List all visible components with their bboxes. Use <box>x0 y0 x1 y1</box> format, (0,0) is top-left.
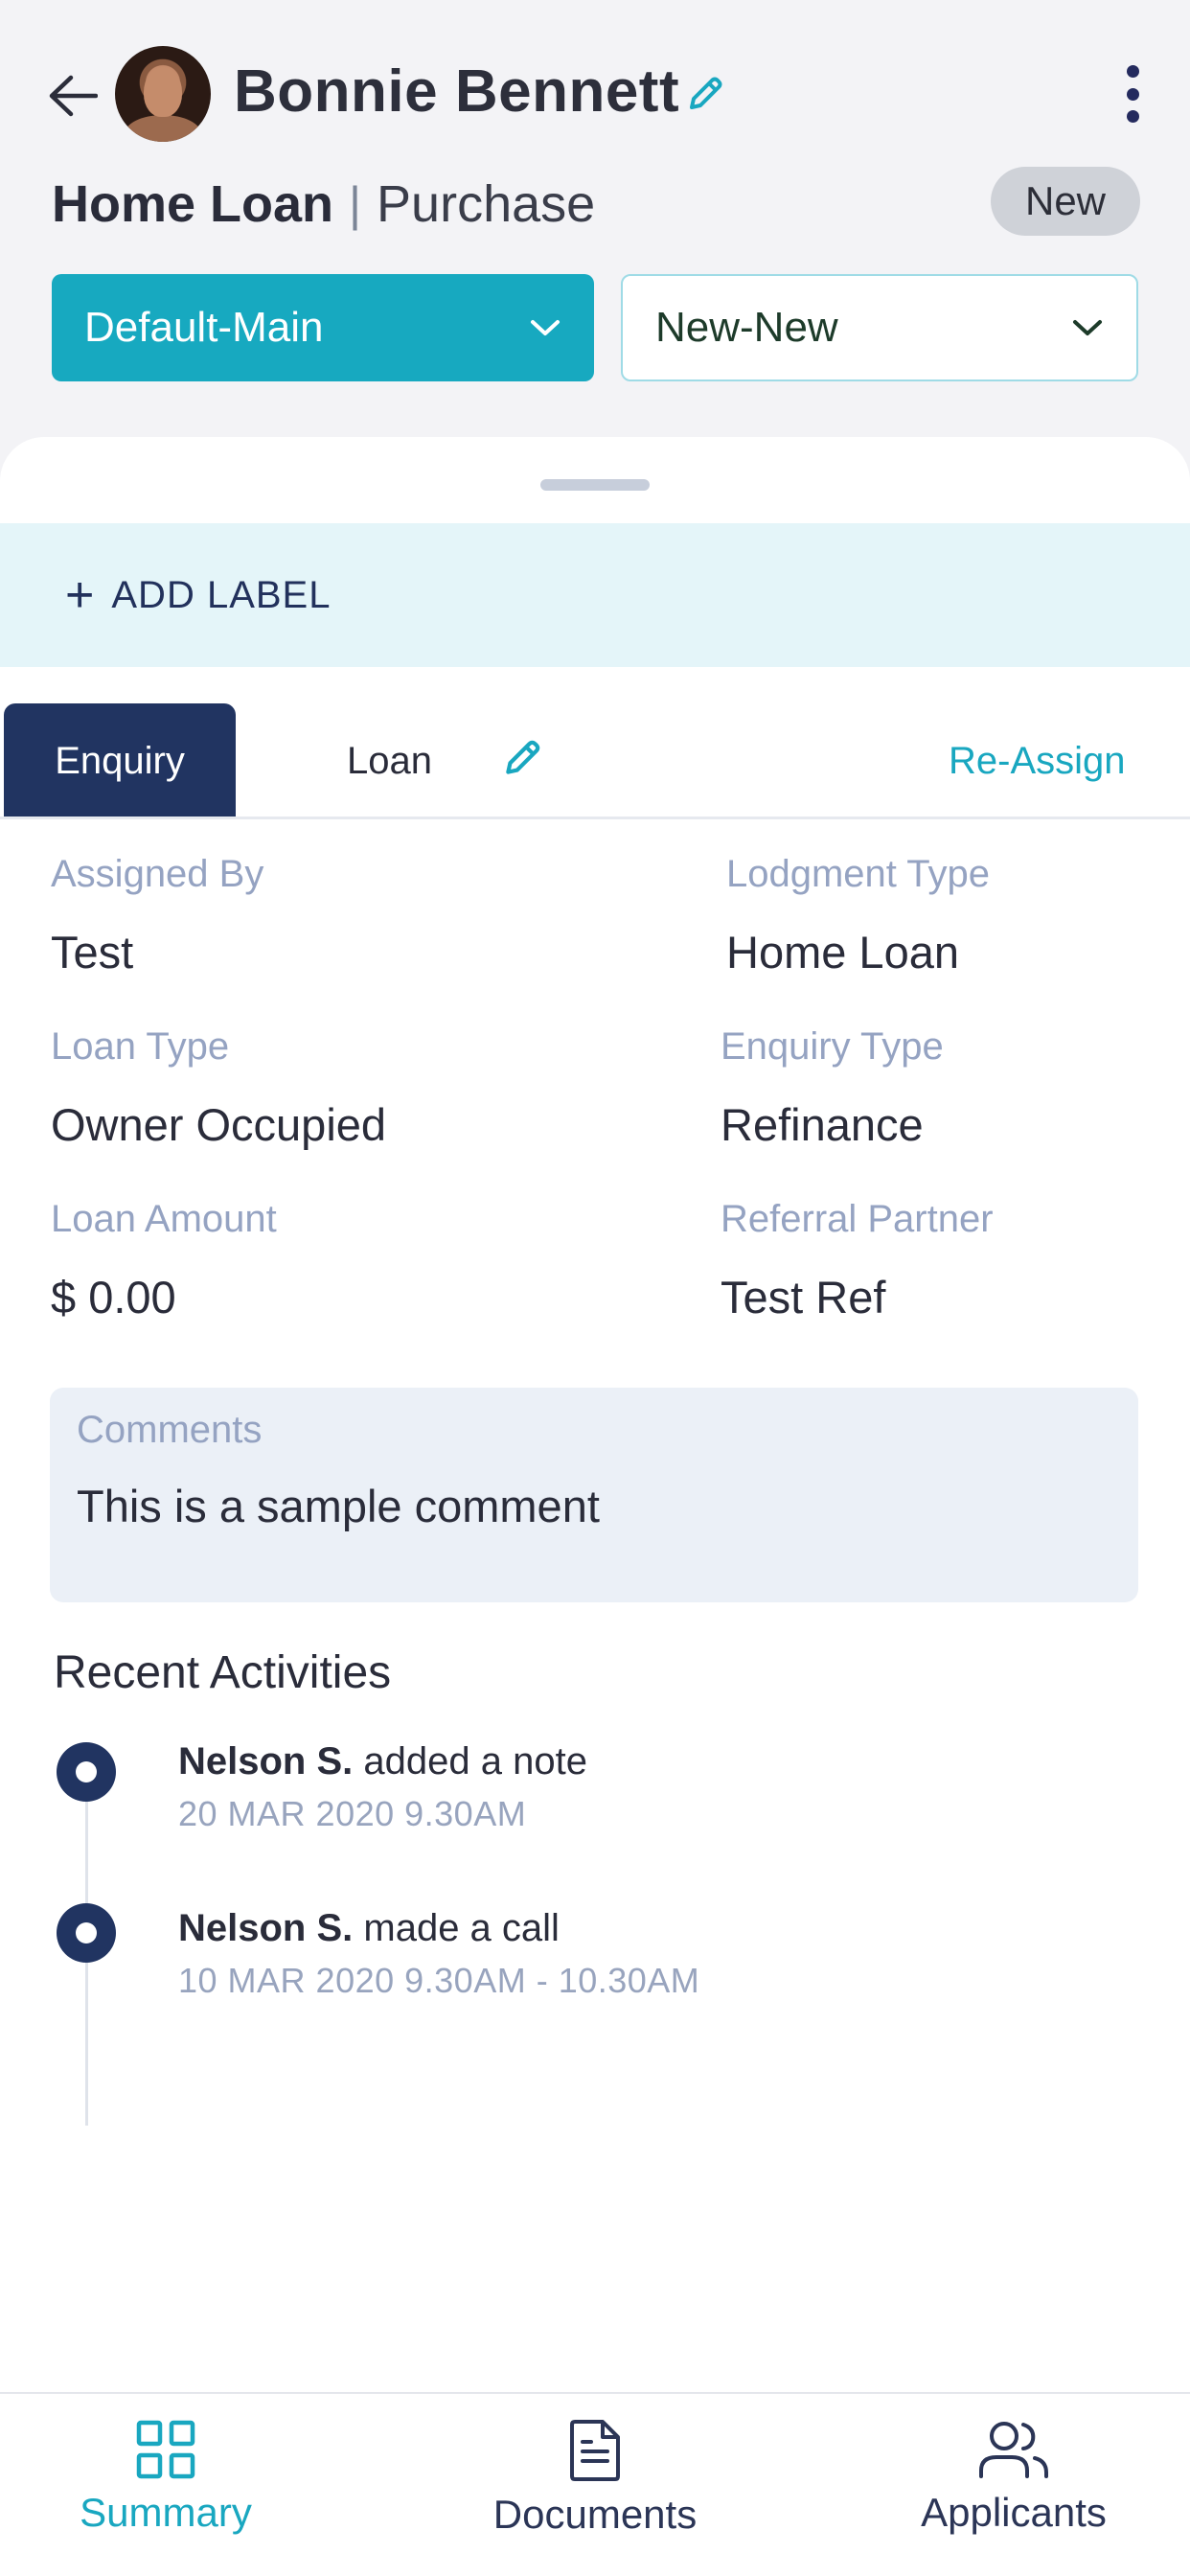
nav-documents-label: Documents <box>492 2492 698 2537</box>
avatar[interactable] <box>115 46 211 142</box>
loan-summary-line: Home Loan | Purchase <box>52 174 595 234</box>
assigned-by-label: Assigned By <box>51 853 264 895</box>
loan-type-value: Owner Occupied <box>51 1099 387 1150</box>
activity-timestamp: 10 MAR 2020 9.30AM - 10.30AM <box>178 1961 700 2000</box>
lodgment-type-label: Lodgment Type <box>726 853 991 895</box>
plus-icon: + <box>65 567 95 623</box>
activity-action: added a note <box>353 1740 587 1782</box>
nav-applicants[interactable]: Applicants <box>889 2419 1138 2536</box>
users-icon <box>979 2422 1048 2478</box>
loan-amount-label: Loan Amount <box>51 1198 277 1240</box>
enquiry-type-label: Enquiry Type <box>721 1025 944 1068</box>
referral-partner-label: Referral Partner <box>721 1198 994 1240</box>
activity-item[interactable]: Nelson S. added a note <box>178 1740 587 1783</box>
activity-action: made a call <box>353 1907 560 1949</box>
grid-icon <box>136 2420 195 2479</box>
document-icon <box>570 2420 620 2481</box>
back-arrow-icon <box>49 75 98 117</box>
loan-type-title: Home Loan <box>52 175 334 233</box>
edit-loan-button[interactable] <box>500 736 548 784</box>
loan-type-label: Loan Type <box>51 1025 230 1068</box>
status-badge: New <box>991 167 1140 236</box>
edit-name-button[interactable] <box>684 73 726 115</box>
back-button[interactable] <box>38 61 107 130</box>
timeline-dot <box>57 1903 116 1963</box>
loan-purpose: Purchase <box>377 175 596 233</box>
more-options-icon[interactable] <box>1111 59 1154 128</box>
loan-amount-value: $ 0.00 <box>51 1272 176 1322</box>
tab-divider <box>0 816 1190 819</box>
chevron-down-icon <box>1073 320 1102 335</box>
sheet-drag-handle[interactable] <box>540 479 650 491</box>
primary-dropdown[interactable]: Default-Main <box>52 274 594 381</box>
add-label-text: ADD LABEL <box>111 573 332 616</box>
primary-dropdown-value: Default-Main <box>84 304 324 351</box>
activity-timestamp: 20 MAR 2020 9.30AM <box>178 1794 527 1833</box>
tab-enquiry[interactable]: Enquiry <box>4 703 236 818</box>
pencil-icon <box>690 77 722 109</box>
add-label-button[interactable]: + ADD LABEL <box>0 523 1190 667</box>
comments-box: Comments This is a sample comment <box>50 1388 1138 1602</box>
lodgment-type-value: Home Loan <box>726 927 959 978</box>
secondary-dropdown[interactable]: New-New <box>621 274 1138 381</box>
comments-label: Comments <box>77 1409 263 1451</box>
timeline-dot <box>57 1742 116 1802</box>
contact-name: Bonnie Bennett <box>234 58 680 125</box>
nav-summary[interactable]: Summary <box>65 2419 266 2536</box>
enquiry-type-value: Refinance <box>721 1099 924 1150</box>
secondary-dropdown-value: New-New <box>655 304 838 351</box>
reassign-link[interactable]: Re-Assign <box>949 740 1126 783</box>
nav-documents[interactable]: Documents <box>466 2419 724 2538</box>
recent-activities-title: Recent Activities <box>54 1647 392 1698</box>
nav-summary-label: Summary <box>80 2490 252 2535</box>
assigned-by-value: Test <box>51 927 134 978</box>
pencil-icon <box>506 740 540 774</box>
nav-applicants-label: Applicants <box>921 2490 1107 2535</box>
activity-actor: Nelson S. <box>178 1907 354 1949</box>
referral-partner-value: Test Ref <box>721 1272 886 1322</box>
chevron-down-icon <box>531 320 560 335</box>
title-separator: | <box>349 177 362 231</box>
activity-item[interactable]: Nelson S. made a call <box>178 1907 560 1950</box>
tab-loan[interactable]: Loan <box>347 740 432 783</box>
activity-actor: Nelson S. <box>178 1740 354 1782</box>
comments-text: This is a sample comment <box>77 1481 600 1531</box>
